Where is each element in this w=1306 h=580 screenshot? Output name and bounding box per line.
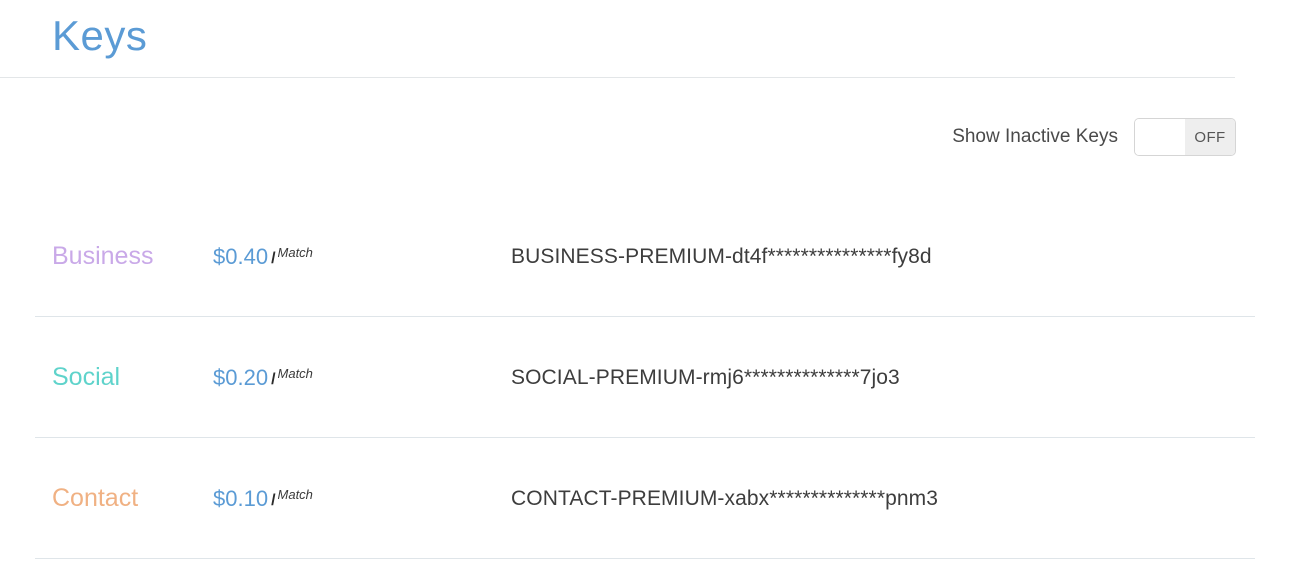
key-value[interactable]: SOCIAL-PREMIUM-rmj6**************7jo3 xyxy=(455,366,1306,390)
key-price-unit: Match xyxy=(277,486,313,502)
key-name[interactable]: Business xyxy=(0,242,205,271)
key-price-separator: / xyxy=(271,249,276,267)
table-row[interactable]: Contact $0.10/Match CONTACT-PREMIUM-xabx… xyxy=(0,438,1306,559)
key-price-amount: $0.40 xyxy=(213,243,269,269)
header-divider xyxy=(0,77,1235,78)
key-price-cell: $0.20/Match xyxy=(205,364,455,390)
key-price-amount: $0.20 xyxy=(213,364,269,390)
key-price-cell: $0.10/Match xyxy=(205,485,455,511)
show-inactive-keys-toggle[interactable]: OFF xyxy=(1134,118,1236,156)
toggle-handle[interactable] xyxy=(1135,119,1185,155)
row-divider xyxy=(35,558,1255,559)
page-header: Keys xyxy=(0,0,1306,78)
key-price-cell: $0.40/Match xyxy=(205,243,455,269)
key-price-unit: Match xyxy=(277,365,313,381)
show-inactive-keys-label: Show Inactive Keys xyxy=(952,126,1118,147)
keys-list: Business $0.40/Match BUSINESS-PREMIUM-dt… xyxy=(0,196,1306,559)
page-title: Keys xyxy=(52,12,148,59)
toolbar: Show Inactive Keys OFF xyxy=(0,118,1306,166)
key-price-unit: Match xyxy=(277,244,313,260)
toggle-state-label[interactable]: OFF xyxy=(1185,119,1235,155)
table-row[interactable]: Social $0.20/Match SOCIAL-PREMIUM-rmj6**… xyxy=(0,317,1306,438)
key-price-separator: / xyxy=(271,491,276,509)
key-name[interactable]: Social xyxy=(0,363,205,392)
table-row[interactable]: Business $0.40/Match BUSINESS-PREMIUM-dt… xyxy=(0,196,1306,317)
show-inactive-keys-control: Show Inactive Keys OFF xyxy=(952,118,1236,156)
key-value[interactable]: CONTACT-PREMIUM-xabx**************pnm3 xyxy=(455,487,1306,511)
key-price-amount: $0.10 xyxy=(213,485,269,511)
key-name[interactable]: Contact xyxy=(0,484,205,513)
key-value[interactable]: BUSINESS-PREMIUM-dt4f***************fy8d xyxy=(455,245,1306,269)
key-price-separator: / xyxy=(271,370,276,388)
